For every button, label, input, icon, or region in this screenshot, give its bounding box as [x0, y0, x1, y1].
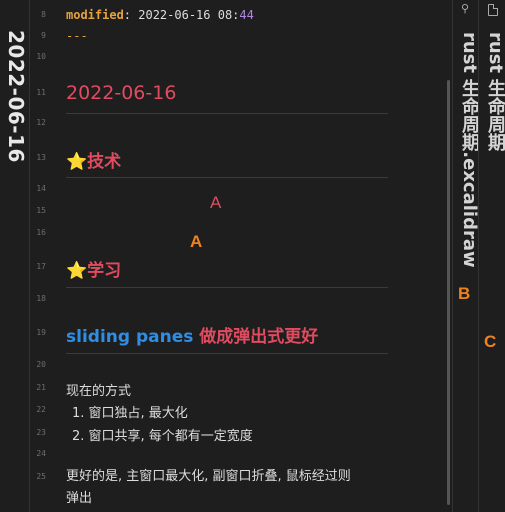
line-number: 14 — [36, 184, 46, 193]
section-heading-tech[interactable]: ⭐技术 — [66, 147, 121, 172]
list-marker: 2. — [72, 429, 85, 444]
date-heading[interactable]: 2022-06-16 — [66, 82, 176, 104]
paragraph-line: 弹出 — [66, 491, 93, 506]
line-number: 20 — [36, 360, 46, 369]
annotation-a-red: A — [210, 193, 222, 212]
line-number: 13 — [36, 153, 46, 162]
line-number: 17 — [36, 262, 46, 271]
line-number: 21 — [36, 383, 46, 392]
editor-scrollbar[interactable] — [447, 80, 450, 505]
star-icon: ⭐ — [66, 261, 88, 281]
line-number: 18 — [36, 294, 46, 303]
heading-divider — [66, 177, 388, 178]
line-number: 10 — [36, 52, 46, 61]
line-number: 12 — [36, 118, 46, 127]
line-number: 9 — [41, 31, 46, 40]
frontmatter-value: 2022-06-16 08: — [138, 8, 240, 22]
link-icon: ⚲ — [461, 2, 470, 15]
list-item[interactable]: 1. 窗口独占, 最大化 — [72, 402, 188, 421]
heading-divider — [66, 113, 388, 114]
annotation-a-orange: A — [190, 232, 203, 251]
section-heading-study[interactable]: ⭐学习 — [66, 256, 121, 281]
editor-pane[interactable]: 8 modified: 2022-06-16 08:44 9 --- 10 11… — [30, 0, 450, 512]
section-tech-label: 技术 — [87, 152, 122, 172]
annotation-c: C — [484, 332, 497, 351]
file-icon — [488, 4, 498, 16]
list-marker: 1. — [72, 406, 85, 421]
line-number: 23 — [36, 428, 46, 437]
line-number: 11 — [36, 88, 46, 97]
line-number: 15 — [36, 206, 46, 215]
line-number: 24 — [36, 449, 46, 458]
sliding-panes-heading[interactable]: sliding panes 做成弹出式更好 — [66, 322, 318, 347]
sliding-panes-suffix: 做成弹出式更好 — [193, 327, 319, 347]
list-item-text: 窗口共享, 每个都有一定宽度 — [88, 429, 253, 444]
line-number: 8 — [41, 10, 46, 19]
list-item-text: 窗口独占, 最大化 — [88, 406, 188, 421]
frontmatter-key: modified — [66, 8, 124, 22]
paragraph-current-way[interactable]: 现在的方式 — [66, 380, 131, 399]
line-number: 19 — [36, 328, 46, 337]
heading-divider — [66, 353, 388, 354]
list-item[interactable]: 2. 窗口共享, 每个都有一定宽度 — [72, 425, 253, 444]
line-number: 22 — [36, 405, 46, 414]
section-study-label: 学习 — [87, 261, 122, 281]
collapsed-pane-excalidraw[interactable]: ⚲ rust 生命周期.excalidraw B — [452, 0, 480, 512]
sliding-panes-text: sliding panes — [66, 327, 194, 347]
heading-divider — [66, 287, 388, 288]
annotation-b: B — [458, 284, 471, 303]
paragraph-line: 更好的是, 主窗口最大化, 副窗口折叠, 鼠标经过则 — [66, 469, 351, 484]
paragraph-better-way[interactable]: 更好的是, 主窗口最大化, 副窗口折叠, 鼠标经过则 弹出 — [66, 466, 351, 510]
frontmatter-value-minutes: 44 — [239, 8, 254, 22]
line-number: 16 — [36, 228, 46, 237]
frontmatter-sep: : — [123, 8, 139, 22]
pane-c-title[interactable]: rust 生命周期 — [482, 32, 505, 151]
line-number: 25 — [36, 472, 46, 481]
collapsed-pane-rust-lifecycle[interactable]: rust 生命周期 C — [478, 0, 505, 512]
left-collapsed-pane[interactable]: 2022-06-16 — [0, 0, 30, 512]
frontmatter-line[interactable]: modified: 2022-06-16 08:44 — [66, 8, 254, 22]
star-icon: ⭐ — [66, 152, 88, 172]
left-pane-title[interactable]: 2022-06-16 — [4, 30, 28, 163]
frontmatter-end[interactable]: --- — [66, 29, 88, 43]
